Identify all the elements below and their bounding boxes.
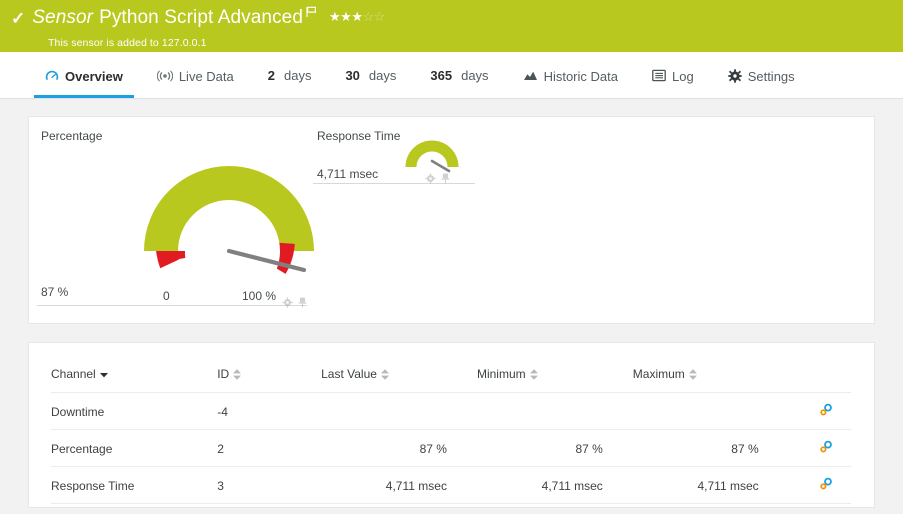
area-chart-icon (523, 69, 538, 82)
cell-channel: Downtime (51, 392, 218, 430)
channel-settings-icon[interactable] (819, 403, 833, 420)
column-header-minimum-label: Minimum (476, 367, 526, 381)
percentage-gauge-min-label: 0 (163, 289, 170, 303)
table-row[interactable]: Response Time 3 4,711 msec 4,711 msec 4,… (51, 466, 851, 504)
cell-channel: Percentage (51, 429, 218, 467)
tab-2-days-number: 2 (267, 68, 275, 83)
column-header-channel-label: Channel (51, 367, 96, 381)
response-time-gauge-value: 4,711 msec (317, 167, 379, 181)
pin-icon[interactable] (441, 171, 450, 189)
gear-icon (727, 68, 742, 83)
cell-maximum: 4,711 msec (632, 466, 789, 504)
tab-log[interactable]: Log (635, 53, 711, 98)
column-header-actions (789, 367, 851, 393)
column-header-minimum[interactable]: Minimum (477, 367, 633, 393)
tab-365-days-unit: days (461, 68, 489, 83)
tab-live-data[interactable]: Live Data (140, 53, 251, 98)
cell-minimum (476, 392, 633, 430)
percentage-gauge-actions (282, 295, 307, 313)
tab-overview-label: Overview (65, 69, 123, 84)
caret-down-icon (99, 367, 108, 381)
response-time-gauge-label: Response Time (317, 129, 401, 143)
tab-live-data-label: Live Data (178, 69, 234, 84)
cell-minimum: 87 % (476, 429, 633, 467)
gear-icon[interactable] (282, 295, 293, 313)
gauges-card: Percentage 87 % 0 100 % Response Time 4,… (28, 116, 875, 324)
rating-stars[interactable]: ★ ★ ★ ☆ ☆ (329, 10, 385, 23)
tab-365-days-number: 365 (430, 68, 453, 83)
sort-both-icon (233, 368, 242, 380)
tab-settings[interactable]: Settings (711, 53, 812, 98)
column-header-channel[interactable]: Channel (51, 367, 217, 393)
column-header-last-value[interactable]: Last Value (321, 367, 477, 393)
cell-id: 3 (217, 466, 322, 504)
table-header-row: Channel ID Last Value Minimum Maximum (51, 367, 851, 393)
column-header-id-label: ID (217, 367, 230, 381)
cell-actions (788, 466, 851, 504)
cell-actions (788, 429, 851, 467)
channels-table: Channel ID Last Value Minimum Maximum Do… (51, 367, 851, 504)
column-header-maximum-label: Maximum (632, 367, 685, 381)
sort-both-icon (688, 368, 697, 380)
response-time-gauge-divider (313, 183, 475, 184)
gear-icon[interactable] (425, 171, 436, 189)
gauge-icon (45, 69, 59, 83)
cell-last-value: 4,711 msec (321, 466, 477, 504)
page-header: ✓ Sensor Python Script Advanced ★ ★ ★ ☆ … (0, 0, 903, 52)
cell-id: -4 (217, 392, 322, 430)
star-filled-3: ★ (351, 8, 363, 24)
list-icon (652, 69, 666, 82)
page-title: Python Script Advanced (99, 7, 303, 28)
tab-bar: Overview Live Data 2 days 30 days 365 da… (0, 52, 903, 99)
percentage-gauge-label: Percentage (41, 129, 103, 143)
tab-historic-data[interactable]: Historic Data (506, 53, 635, 98)
tab-2-days-unit: days (283, 68, 312, 83)
tab-historic-data-label: Historic Data (543, 69, 618, 84)
tab-30-days-unit: days (368, 68, 397, 83)
tab-30-days[interactable]: 30 days (328, 53, 413, 98)
response-time-gauge-actions (425, 171, 450, 189)
table-row[interactable]: Percentage 2 87 % 87 % 87 % (51, 429, 851, 467)
star-empty-5: ☆ (373, 8, 386, 24)
percentage-gauge-value: 87 % (41, 285, 69, 299)
sort-both-icon (529, 368, 538, 380)
cell-last-value: 87 % (321, 429, 477, 467)
cell-last-value (321, 392, 477, 430)
column-header-id[interactable]: ID (217, 367, 321, 393)
tab-30-days-number: 30 (345, 68, 360, 83)
cell-channel: Response Time (51, 466, 218, 504)
star-empty-4: ☆ (362, 8, 374, 24)
flag-icon[interactable] (306, 5, 317, 23)
percentage-gauge-divider (37, 305, 307, 306)
cell-actions (788, 392, 851, 430)
sensor-title-row: ✓ Sensor Python Script Advanced ★ ★ ★ ☆ … (0, 6, 903, 30)
tab-365-days[interactable]: 365 days (413, 53, 505, 98)
pin-icon[interactable] (298, 295, 307, 313)
column-header-maximum[interactable]: Maximum (633, 367, 789, 393)
tab-log-label: Log (671, 69, 694, 84)
cell-id: 2 (217, 429, 322, 467)
sensor-type-label: Sensor (32, 7, 94, 28)
check-icon: ✓ (11, 8, 26, 28)
page-root: ✓ Sensor Python Script Advanced ★ ★ ★ ☆ … (0, 0, 903, 514)
column-header-last-value-label: Last Value (321, 367, 377, 381)
channel-settings-icon[interactable] (819, 477, 833, 494)
cell-maximum: 87 % (632, 429, 789, 467)
channels-card: Channel ID Last Value Minimum Maximum Do… (28, 342, 875, 508)
star-filled-1: ★ (329, 8, 341, 24)
tab-2-days[interactable]: 2 days (251, 53, 329, 98)
percentage-gauge-max-label: 100 % (242, 289, 277, 303)
channel-settings-icon[interactable] (819, 440, 833, 457)
broadcast-icon (156, 69, 173, 83)
tab-overview[interactable]: Overview (28, 53, 140, 98)
tab-settings-label: Settings (747, 69, 795, 84)
table-row[interactable]: Downtime -4 (51, 392, 851, 430)
sort-both-icon (380, 368, 389, 380)
percentage-gauge[interactable] (134, 139, 324, 299)
star-filled-2: ★ (340, 8, 352, 24)
cell-maximum (632, 392, 789, 430)
cell-minimum: 4,711 msec (476, 466, 633, 504)
sensor-subtitle: This sensor is added to 127.0.0.1 (48, 37, 207, 49)
